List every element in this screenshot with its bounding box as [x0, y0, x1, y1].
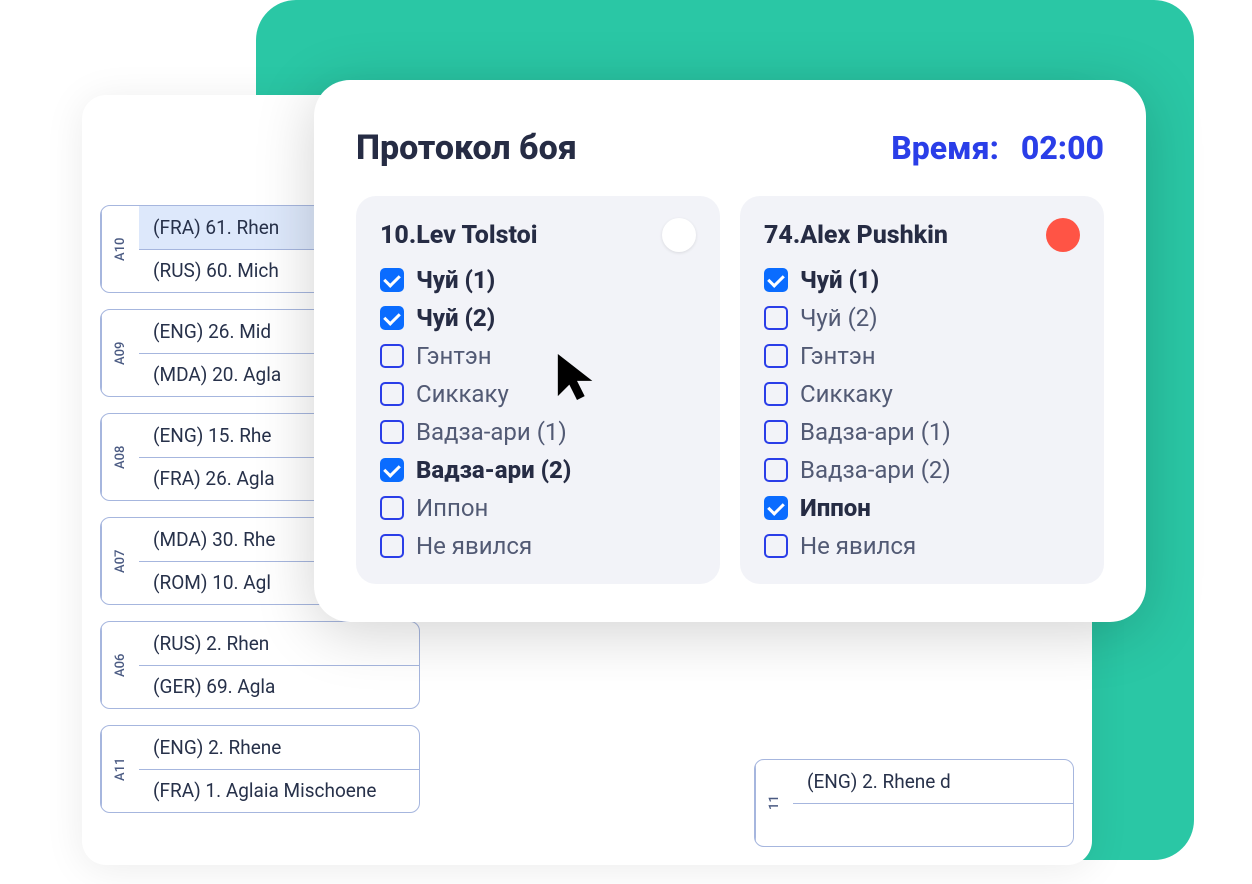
check-label: Вадза-ари (1)	[416, 418, 567, 446]
check-label: Гэнтэн	[800, 342, 876, 370]
score-checklist: Чуй (1) Чуй (2) Гэнтэн Сиккаку Вадза-ари (1)…	[764, 266, 1080, 560]
checkbox[interactable]	[764, 382, 788, 406]
fighter-card: 74.Alex Pushkin Чуй (1) Чуй (2) Гэнтэн Сикка…	[740, 196, 1104, 584]
check-label: Чуй (2)	[800, 304, 878, 332]
score-check-item[interactable]: Вадза-ари (2)	[380, 456, 696, 484]
bracket-row[interactable]: (RUS) 2. Rhen	[139, 622, 419, 666]
score-check-item[interactable]: Чуй (2)	[764, 304, 1080, 332]
check-label: Чуй (1)	[800, 266, 879, 294]
modal-header: Протокол боя Время: 02:00	[356, 128, 1104, 168]
score-checklist: Чуй (1) Чуй (2) Гэнтэн Сиккаку Вадза-ари (1)…	[380, 266, 696, 560]
bracket-tag: A07	[101, 518, 139, 604]
check-label: Гэнтэн	[416, 342, 492, 370]
modal-title: Протокол боя	[356, 128, 577, 168]
score-check-item[interactable]: Гэнтэн	[764, 342, 1080, 370]
bracket-row[interactable]: (ENG) 2. Rhene d	[793, 760, 1073, 804]
score-check-item[interactable]: Вадза-ари (1)	[764, 418, 1080, 446]
score-check-item[interactable]: Вадза-ари (2)	[764, 456, 1080, 484]
check-label: Сиккаку	[800, 380, 893, 408]
bracket-tag: A11	[101, 726, 139, 812]
modal-time: Время: 02:00	[891, 129, 1104, 167]
bracket-item[interactable]: A11(ENG) 2. Rhene(FRA) 1. Aglaia Mischoe…	[100, 725, 420, 813]
check-label: Не явился	[800, 532, 916, 560]
check-label: Вадза-ари (2)	[800, 456, 951, 484]
time-value: 02:00	[1021, 129, 1104, 167]
bracket-rows: (ENG) 2. Rhene(FRA) 1. Aglaia Mischoene	[139, 726, 419, 812]
check-label: Иппон	[800, 494, 871, 522]
score-check-item[interactable]: Чуй (1)	[380, 266, 696, 294]
checkbox[interactable]	[380, 268, 404, 292]
score-check-item[interactable]: Сиккаку	[764, 380, 1080, 408]
checkbox[interactable]	[764, 420, 788, 444]
time-label: Время:	[891, 129, 999, 167]
bracket-item[interactable]: A06(RUS) 2. Rhen(GER) 69. Agla	[100, 621, 420, 709]
checkbox[interactable]	[380, 458, 404, 482]
checkbox[interactable]	[764, 306, 788, 330]
checkbox[interactable]	[380, 306, 404, 330]
bracket-tag: A10	[101, 206, 139, 292]
score-check-item[interactable]: Гэнтэн	[380, 342, 696, 370]
checkbox[interactable]	[764, 534, 788, 558]
bracket-tag: A09	[101, 310, 139, 396]
fighter-color-indicator	[662, 218, 696, 252]
score-check-item[interactable]: Не явился	[764, 532, 1080, 560]
check-label: Чуй (1)	[416, 266, 495, 294]
fighter-header: 10.Lev Tolstoi	[380, 218, 696, 252]
checkbox[interactable]	[764, 268, 788, 292]
score-check-item[interactable]: Вадза-ари (1)	[380, 418, 696, 446]
fighter-header: 74.Alex Pushkin	[764, 218, 1080, 252]
check-label: Вадза-ари (2)	[416, 456, 571, 484]
bracket-row[interactable]: (ENG) 2. Rhene	[139, 726, 419, 770]
check-label: Сиккаку	[416, 380, 509, 408]
checkbox[interactable]	[764, 496, 788, 520]
check-label: Чуй (2)	[416, 304, 495, 332]
score-check-item[interactable]: Сиккаку	[380, 380, 696, 408]
score-check-item[interactable]: Чуй (1)	[764, 266, 1080, 294]
checkbox[interactable]	[764, 458, 788, 482]
check-label: Не явился	[416, 532, 532, 560]
bracket-row[interactable]	[793, 804, 1073, 847]
fight-protocol-modal: Протокол боя Время: 02:00 10.Lev Tolstoi…	[314, 80, 1146, 622]
bracket-rows: (RUS) 2. Rhen(GER) 69. Agla	[139, 622, 419, 708]
checkbox[interactable]	[380, 496, 404, 520]
bracket-tag: 11	[755, 760, 793, 846]
fighter-name: 10.Lev Tolstoi	[380, 221, 538, 250]
checkbox[interactable]	[764, 344, 788, 368]
bracket-row[interactable]: (FRA) 1. Aglaia Mischoene	[139, 770, 419, 813]
bracket-tag: A08	[101, 414, 139, 500]
bracket-rows: (ENG) 2. Rhene d	[793, 760, 1073, 846]
check-label: Вадза-ари (1)	[800, 418, 951, 446]
score-check-item[interactable]: Иппон	[764, 494, 1080, 522]
bracket-row[interactable]: (GER) 69. Agla	[139, 666, 419, 709]
score-check-item[interactable]: Чуй (2)	[380, 304, 696, 332]
bracket-tag: A06	[101, 622, 139, 708]
bracket-column-right: 11(ENG) 2. Rhene d	[754, 759, 1074, 847]
fighter-card: 10.Lev Tolstoi Чуй (1) Чуй (2) Гэнтэн Сиккак…	[356, 196, 720, 584]
bracket-item[interactable]: 11(ENG) 2. Rhene d	[754, 759, 1074, 847]
checkbox[interactable]	[380, 420, 404, 444]
score-check-item[interactable]: Иппон	[380, 494, 696, 522]
check-label: Иппон	[416, 494, 488, 522]
checkbox[interactable]	[380, 382, 404, 406]
fighter-cards: 10.Lev Tolstoi Чуй (1) Чуй (2) Гэнтэн Сиккак…	[356, 196, 1104, 584]
fighter-name: 74.Alex Pushkin	[764, 221, 948, 250]
score-check-item[interactable]: Не явился	[380, 532, 696, 560]
checkbox[interactable]	[380, 534, 404, 558]
fighter-color-indicator	[1046, 218, 1080, 252]
checkbox[interactable]	[380, 344, 404, 368]
